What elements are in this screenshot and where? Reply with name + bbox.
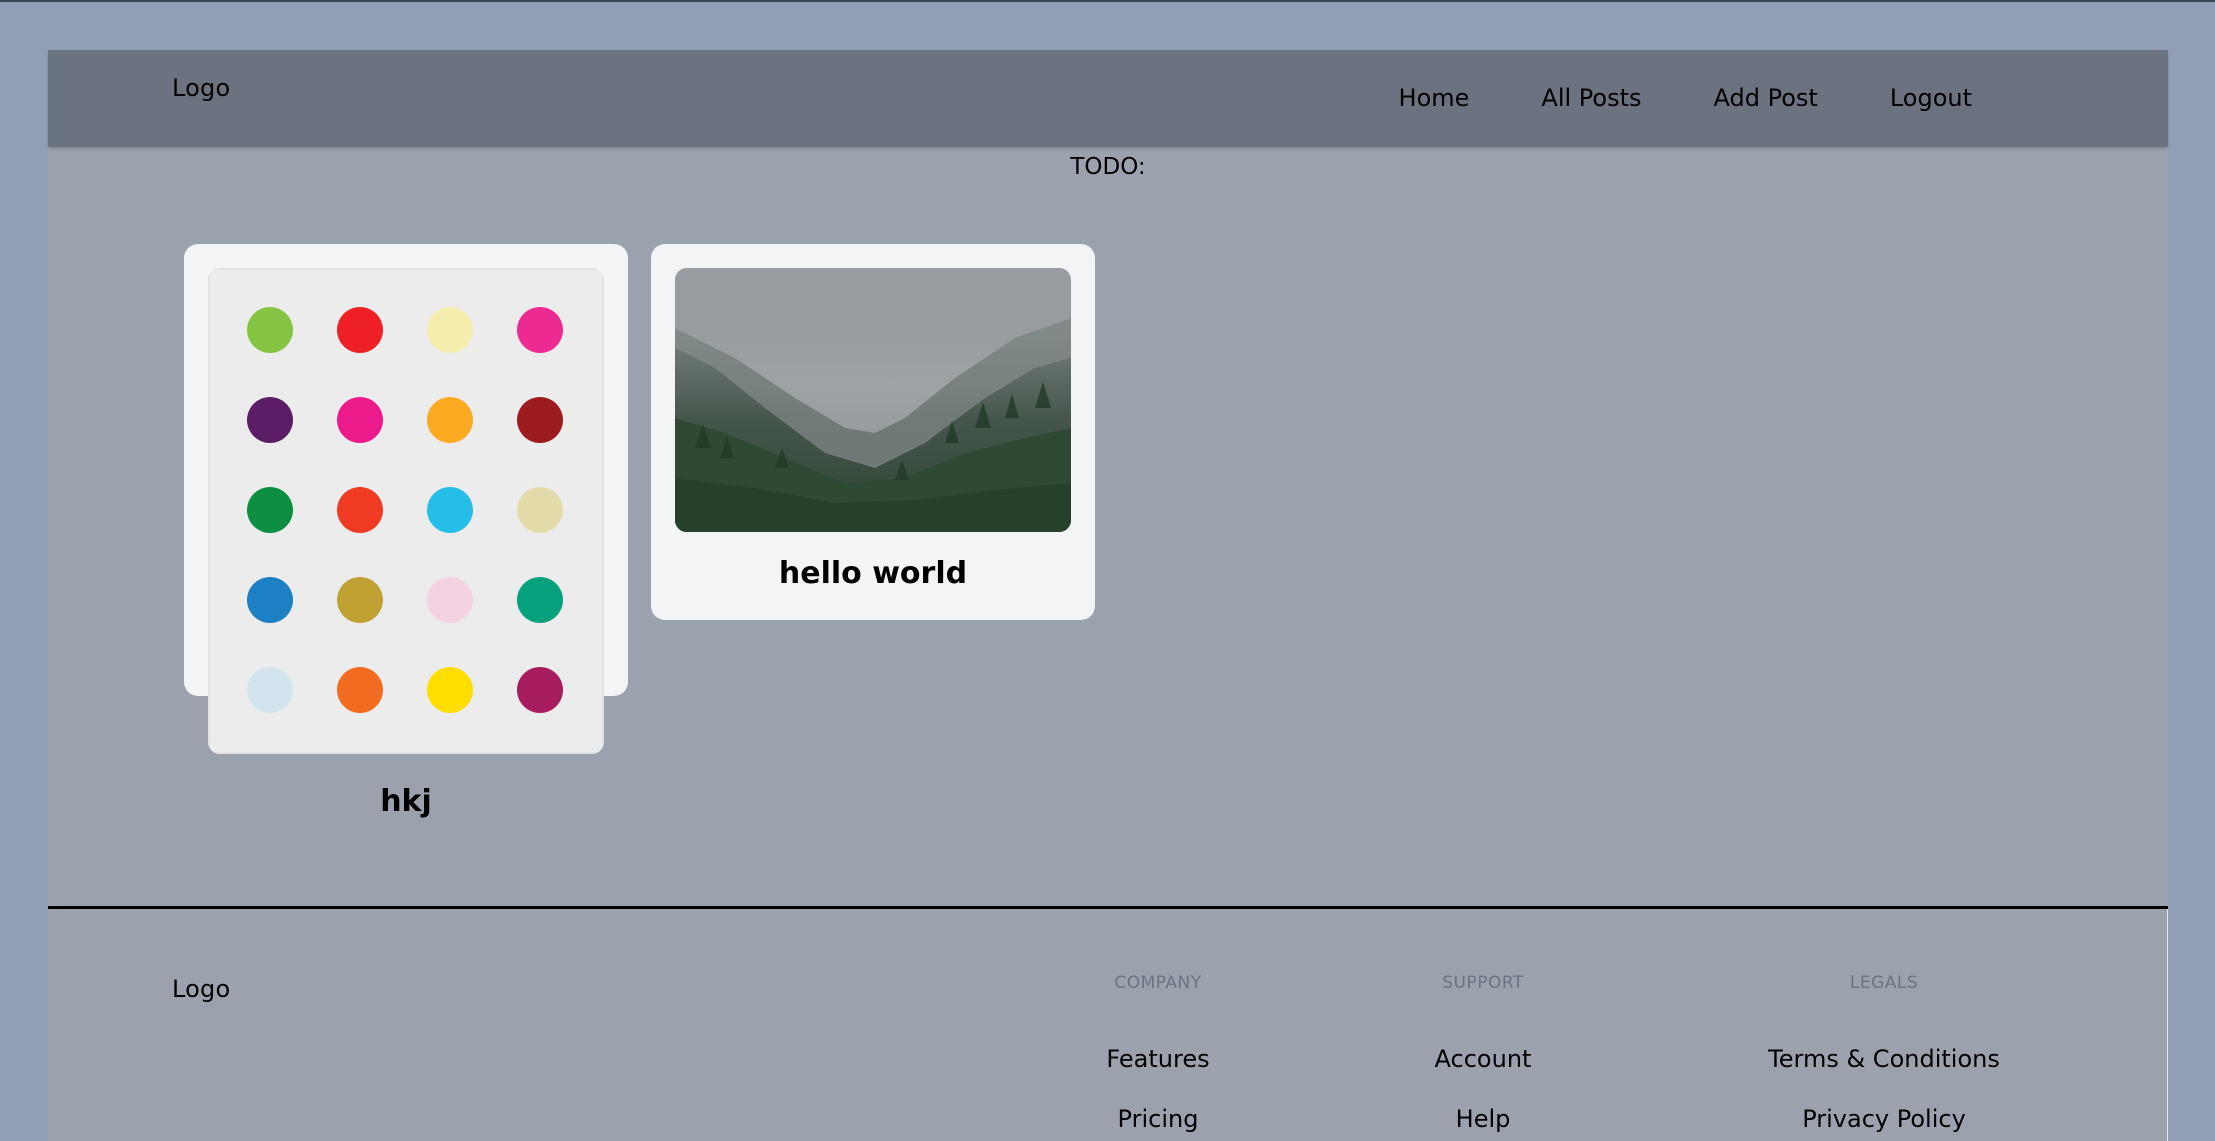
site-header: Logo Home All Posts Add Post Logout [48, 50, 2168, 147]
header-logo[interactable]: Logo [172, 74, 230, 102]
footer-heading-company: COMPANY [1114, 973, 1202, 993]
footer-link-account[interactable]: Account [1383, 1045, 1583, 1073]
footer-link-help[interactable]: Help [1383, 1105, 1583, 1133]
painting-dot [247, 667, 293, 713]
painting-dot [517, 667, 563, 713]
painting-dot [427, 487, 473, 533]
painting-dot [247, 307, 293, 353]
painting-dot [337, 577, 383, 623]
footer-logo[interactable]: Logo [172, 975, 230, 1003]
painting-dot [517, 487, 563, 533]
post-title: hello world [778, 556, 968, 591]
footer-support-column: SUPPORT Account Help [1383, 973, 1583, 1141]
post-image [675, 268, 1071, 532]
painting-dot [337, 487, 383, 533]
nav-home[interactable]: Home [1363, 84, 1506, 112]
site-footer: Logo COMPANY Features Pricing SUPPORT Ac… [48, 909, 2168, 1141]
painting-dot [247, 397, 293, 443]
page-frame: Logo Home All Posts Add Post Logout TODO… [48, 50, 2168, 1141]
footer-link-features[interactable]: Features [1058, 1045, 1258, 1073]
painting-dot [427, 397, 473, 443]
post-image [208, 268, 604, 754]
post-title: hkj [380, 784, 432, 819]
painting-dot [247, 487, 293, 533]
post-card[interactable]: hello world [651, 244, 1095, 620]
footer-heading-support: SUPPORT [1442, 973, 1524, 993]
nav-all-posts[interactable]: All Posts [1505, 84, 1677, 112]
colored-dots-image [208, 268, 604, 754]
painting-dot [427, 577, 473, 623]
footer-company-column: COMPANY Features Pricing [1058, 973, 1258, 1141]
painting-dot [427, 667, 473, 713]
painting-dot [517, 397, 563, 443]
footer-link-terms[interactable]: Terms & Conditions [1708, 1045, 2060, 1073]
painting-dot [337, 667, 383, 713]
nav-logout[interactable]: Logout [1854, 84, 2008, 112]
footer-link-pricing[interactable]: Pricing [1058, 1105, 1258, 1133]
painting-dot [337, 307, 383, 353]
painting-dot [517, 577, 563, 623]
footer-heading-legals: LEGALS [1849, 973, 1919, 993]
main-nav: Home All Posts Add Post Logout [1363, 84, 2008, 112]
footer-legals-column: LEGALS Terms & Conditions Privacy Policy [1708, 973, 2060, 1141]
nav-add-post[interactable]: Add Post [1678, 84, 1854, 112]
todo-text: TODO: [1070, 154, 1146, 180]
painting-dot [337, 397, 383, 443]
painting-dot [247, 577, 293, 623]
painting-dot [427, 307, 473, 353]
footer-link-privacy[interactable]: Privacy Policy [1708, 1105, 2060, 1133]
painting-dot [517, 307, 563, 353]
post-card[interactable]: hkj [184, 244, 628, 819]
forest-image [675, 268, 1071, 532]
